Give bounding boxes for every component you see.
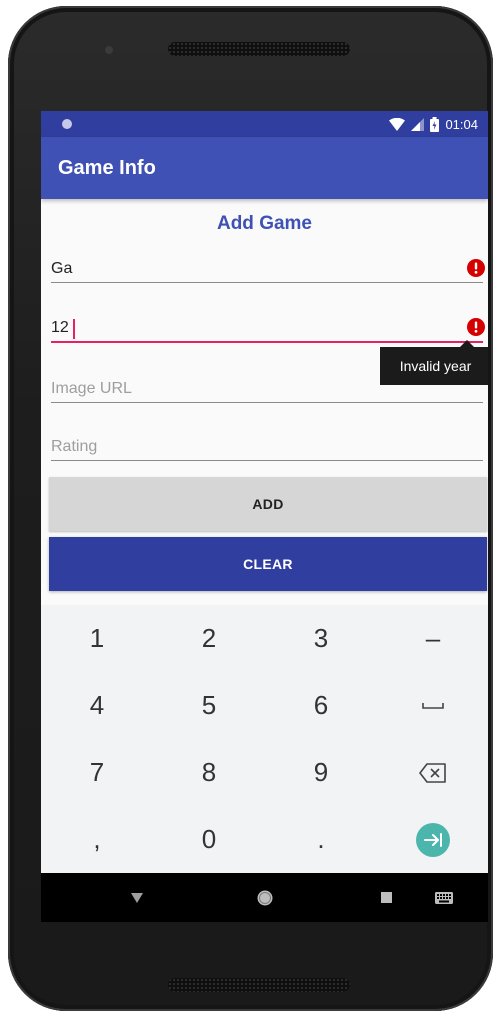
key-1[interactable]: 1 <box>41 605 153 672</box>
status-icons: 01:04 <box>389 115 478 133</box>
device-screen: 01:04 Game Info Add Game Ga 12 Invalid y… <box>41 111 488 922</box>
year-field[interactable] <box>51 301 485 343</box>
error-icon[interactable] <box>467 318 485 336</box>
status-bar: 01:04 <box>41 111 488 137</box>
year-input[interactable] <box>51 319 451 337</box>
key-2[interactable]: 2 <box>153 605 265 672</box>
battery-icon <box>430 116 440 132</box>
top-speaker <box>168 42 350 56</box>
rating-input[interactable] <box>51 438 451 456</box>
signal-icon <box>411 117 425 131</box>
image-url-field[interactable] <box>51 362 483 403</box>
clear-button[interactable]: CLEAR <box>49 537 487 591</box>
next-field-icon <box>416 822 450 857</box>
keyboard-switch-button[interactable] <box>414 873 474 922</box>
notification-icon <box>62 119 72 129</box>
key-4[interactable]: 4 <box>41 672 153 739</box>
bottom-speaker <box>168 978 350 992</box>
back-button[interactable] <box>107 873 167 922</box>
key-5[interactable]: 5 <box>153 672 265 739</box>
game-name-field[interactable] <box>51 242 485 283</box>
game-name-input[interactable] <box>51 260 451 278</box>
key-backspace[interactable] <box>377 739 488 806</box>
add-button[interactable]: ADD <box>49 477 487 531</box>
app-bar: Game Info <box>41 137 488 199</box>
key-period[interactable]: . <box>265 806 377 873</box>
front-camera <box>105 46 113 54</box>
key-8[interactable]: 8 <box>153 739 265 806</box>
space-icon <box>422 702 444 709</box>
key-7[interactable]: 7 <box>41 739 153 806</box>
wifi-icon <box>389 117 406 131</box>
key-0[interactable]: 0 <box>153 806 265 873</box>
phone-frame: 01:04 Game Info Add Game Ga 12 Invalid y… <box>8 6 493 1011</box>
navigation-bar <box>41 873 488 922</box>
key-3[interactable]: 3 <box>265 605 377 672</box>
key-minus[interactable]: – <box>377 605 488 672</box>
back-triangle-icon <box>131 892 143 903</box>
status-time: 01:04 <box>445 116 478 132</box>
backspace-icon <box>419 762 446 783</box>
key-6[interactable]: 6 <box>265 672 377 739</box>
key-space[interactable] <box>377 672 488 739</box>
key-next[interactable] <box>377 806 488 873</box>
rating-field[interactable] <box>51 420 483 461</box>
image-url-input[interactable] <box>51 380 451 398</box>
numeric-keyboard: 1 2 3 – 4 5 6 7 8 9 , 0 . <box>41 605 488 873</box>
key-9[interactable]: 9 <box>265 739 377 806</box>
form-heading: Add Game <box>216 213 313 234</box>
home-button[interactable] <box>235 873 295 922</box>
error-icon[interactable] <box>467 259 485 277</box>
home-circle-icon <box>257 890 273 905</box>
recents-square-icon <box>380 892 392 903</box>
app-title: Game Info <box>58 157 156 179</box>
key-comma[interactable]: , <box>41 806 153 873</box>
text-cursor <box>73 319 75 339</box>
recents-button[interactable] <box>356 873 416 922</box>
keyboard-icon <box>435 891 453 904</box>
